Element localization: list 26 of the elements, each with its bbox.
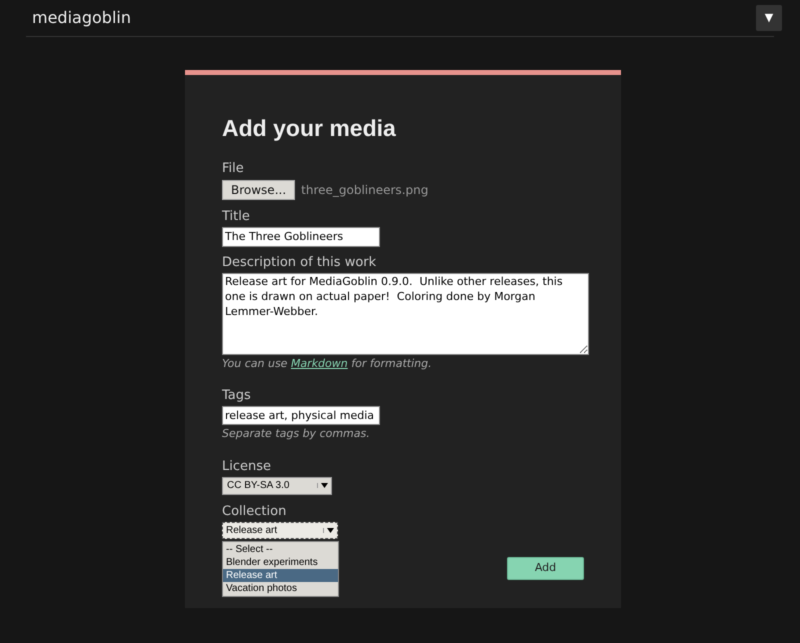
markdown-link[interactable]: Markdown — [290, 356, 348, 370]
page-heading: Add your media — [222, 114, 397, 143]
site-name[interactable]: mediagoblin — [32, 6, 131, 30]
collection-dropdown[interactable]: Release art — [222, 522, 338, 538]
caret-icon — [323, 528, 337, 532]
description-field[interactable]: Release art for MediaGoblin 0.9.0. Unlike other releases, this one is drawn on actual paper! Coloring done by Morgan Lemmer-Webber. — [222, 272, 589, 354]
dropdown-option[interactable]: Blender experiments — [223, 556, 338, 568]
field-label: Tags — [222, 387, 252, 405]
license-dropdown[interactable]: CC BY-SA 3.0 — [222, 476, 332, 494]
field-label: License — [222, 458, 272, 476]
browse-button[interactable]: Browse... — [222, 180, 296, 200]
field-label: File — [222, 160, 245, 178]
caret-icon — [317, 483, 331, 488]
dropdown-option[interactable]: Vacation photos — [223, 582, 338, 594]
field-label: Title — [222, 208, 251, 226]
field-label: Description of this work — [222, 254, 378, 272]
hint-text: You can use Markdown for formatting. — [222, 356, 433, 372]
file-name: three_goblineers.png — [301, 182, 428, 198]
field-label: Collection — [222, 502, 288, 520]
add-button[interactable]: Add — [507, 557, 584, 580]
title-field[interactable]: The Three Goblineers — [222, 226, 380, 246]
menu-button[interactable]: ▼ — [756, 5, 782, 31]
dropdown-option[interactable]: Release art — [223, 568, 338, 582]
hint-text: Separate tags by commas. — [222, 426, 371, 442]
tags-field[interactable]: release art, physical media — [222, 406, 380, 425]
dropdown-option[interactable]: -- Select -- — [223, 542, 338, 556]
